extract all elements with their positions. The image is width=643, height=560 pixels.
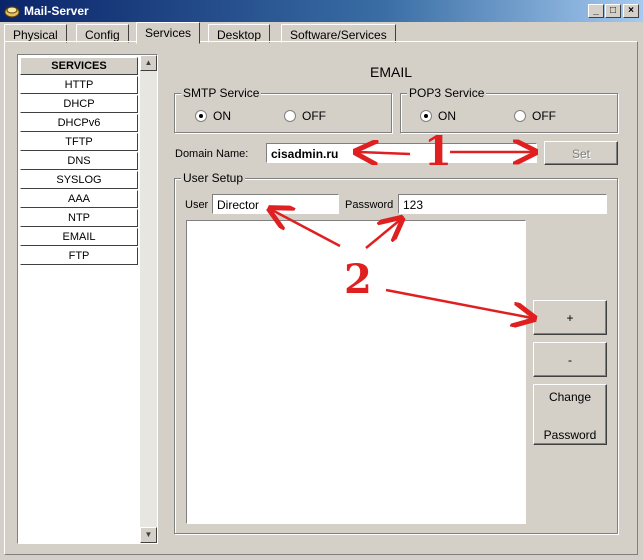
services-list: SERVICES HTTP DHCP DHCPv6 TFTP DNS SYSLO… <box>17 54 158 544</box>
smtp-service-group: SMTP Service <box>174 86 392 133</box>
page-title: EMAIL <box>370 64 413 80</box>
smtp-service-legend: SMTP Service <box>181 86 262 100</box>
minimize-button[interactable]: _ <box>588 4 604 18</box>
service-dhcpv6[interactable]: DHCPv6 <box>20 114 138 132</box>
radio-unchecked-icon <box>514 110 526 122</box>
service-tftp[interactable]: TFTP <box>20 133 138 151</box>
user-label: User <box>185 199 209 211</box>
radio-checked-icon <box>195 110 207 122</box>
domain-name-input[interactable]: cisadmin.ru <box>266 143 537 163</box>
service-dns[interactable]: DNS <box>20 152 138 170</box>
radio-checked-icon <box>420 110 432 122</box>
smtp-off-label: OFF <box>302 109 326 123</box>
service-http[interactable]: HTTP <box>20 76 138 94</box>
change-password-label-1: Change <box>548 390 592 404</box>
service-email[interactable]: EMAIL <box>20 228 138 246</box>
tab-bar: Physical Config Services Desktop Softwar… <box>4 22 640 44</box>
maximize-button[interactable]: □ <box>605 4 621 18</box>
add-user-button[interactable]: + <box>533 300 607 335</box>
service-syslog[interactable]: SYSLOG <box>20 171 138 189</box>
pop3-off-label: OFF <box>532 109 556 123</box>
remove-user-button[interactable]: - <box>533 342 607 377</box>
smtp-on-label: ON <box>213 109 231 123</box>
user-input[interactable]: Director <box>212 194 339 214</box>
pop3-service-group: POP3 Service <box>400 86 618 133</box>
service-ftp[interactable]: FTP <box>20 247 138 265</box>
scroll-up-icon[interactable]: ▲ <box>140 55 157 71</box>
pop3-on-label: ON <box>438 109 456 123</box>
scroll-down-icon[interactable]: ▼ <box>140 527 157 543</box>
set-button[interactable]: Set <box>544 141 618 165</box>
service-ntp[interactable]: NTP <box>20 209 138 227</box>
password-label: Password <box>345 199 394 211</box>
domain-name-label: Domain Name: <box>175 148 249 160</box>
app-icon <box>4 6 20 18</box>
close-button[interactable]: × <box>623 4 639 18</box>
service-aaa[interactable]: AAA <box>20 190 138 208</box>
window-title: Mail-Server <box>24 4 89 18</box>
annotation-number-2: 2 <box>344 256 372 303</box>
service-dhcp[interactable]: DHCP <box>20 95 138 113</box>
change-password-button[interactable]: Change Password <box>533 384 607 445</box>
tab-services[interactable]: Services <box>136 22 201 44</box>
title-bar: Mail-Server _ □ × <box>0 0 643 22</box>
services-header: SERVICES <box>20 57 138 75</box>
user-setup-legend: User Setup <box>181 171 246 185</box>
pop3-service-legend: POP3 Service <box>407 86 487 100</box>
radio-unchecked-icon <box>284 110 296 122</box>
change-password-label-2: Password <box>543 428 597 442</box>
services-scrollbar[interactable]: ▲ ▼ <box>140 55 157 543</box>
password-input[interactable]: 123 <box>398 194 607 214</box>
annotation-number-1: 1 <box>424 128 452 175</box>
